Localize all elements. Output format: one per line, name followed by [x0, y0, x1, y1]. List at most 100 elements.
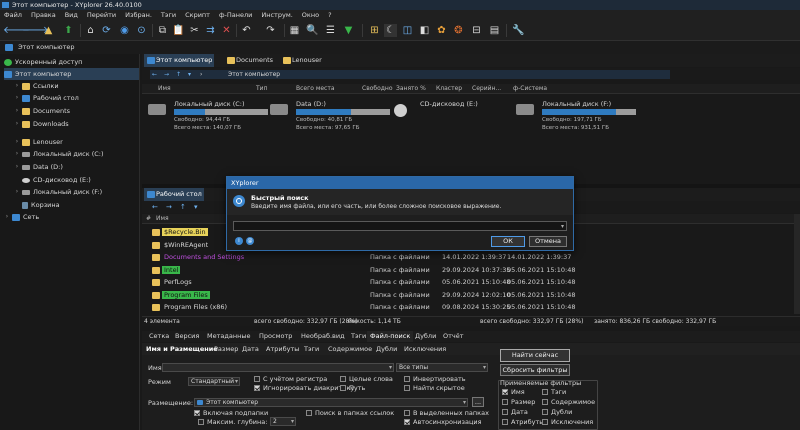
- tree-item-recycle-bin[interactable]: Корзина: [22, 199, 60, 211]
- subfolders-checkbox[interactable]: Включая подпапки: [194, 409, 268, 417]
- table-row[interactable]: Documents and Settings Папка с файлами 14.…: [142, 251, 800, 263]
- reset-filters-button[interactable]: Сбросить фильтры: [500, 364, 570, 376]
- menu-go[interactable]: Перейти: [87, 10, 116, 21]
- cancel-button[interactable]: Отмена: [529, 236, 567, 247]
- subtab-tags[interactable]: Тэги: [304, 343, 319, 355]
- depth-select[interactable]: 2 ▾: [270, 417, 296, 426]
- panels-icon[interactable]: ▤: [488, 24, 501, 37]
- tab-grid[interactable]: Сетка: [146, 331, 172, 342]
- home-icon[interactable]: ⌂: [84, 24, 97, 37]
- table-row[interactable]: Program Files Папка с файлами 29.09.2024 1…: [142, 289, 800, 301]
- mode-select[interactable]: Стандартный ▾: [188, 377, 240, 386]
- expand-icon[interactable]: ›: [14, 105, 20, 117]
- column-type[interactable]: Тип: [256, 84, 268, 94]
- preview-icon[interactable]: ◧: [418, 24, 431, 37]
- expand-icon[interactable]: ›: [14, 136, 20, 148]
- up-icon[interactable]: ↑: [176, 70, 181, 79]
- copy-icon[interactable]: ⧉: [156, 24, 169, 37]
- tab-tags[interactable]: Тэги: [348, 331, 369, 342]
- menu-help[interactable]: ?: [328, 10, 331, 21]
- back-icon[interactable]: ←: [152, 70, 157, 79]
- expand-icon[interactable]: ›: [14, 148, 20, 160]
- tab-report[interactable]: Отчёт: [440, 331, 467, 342]
- undo-icon[interactable]: ↶: [240, 24, 253, 37]
- tree-item-network[interactable]: Сеть: [12, 211, 39, 223]
- dark-mode-icon[interactable]: ☾: [384, 24, 397, 37]
- tree-item-downloads[interactable]: Downloads: [22, 118, 69, 130]
- table-row[interactable]: Intel Папка с файлами 29.09.2024 10:37:35 0…: [142, 264, 800, 276]
- hidden-checkbox[interactable]: Найти скрытое: [404, 384, 465, 392]
- tab-version[interactable]: Версия: [172, 331, 202, 342]
- back-icon[interactable]: ←: [152, 201, 158, 213]
- subtab-attributes[interactable]: Атрибуты: [266, 343, 299, 355]
- tree-item-drive-c[interactable]: Локальный диск (C:): [22, 148, 104, 160]
- tree-item-lenouser[interactable]: Lenouser: [22, 136, 63, 148]
- tree-item-this-pc[interactable]: Этот компьютер: [4, 68, 139, 80]
- expand-icon[interactable]: ›: [14, 92, 20, 104]
- tree-item-drive-d[interactable]: Data (D:): [22, 161, 63, 173]
- menu-file[interactable]: Файл: [4, 10, 22, 21]
- chevron-down-icon[interactable]: ▾: [389, 364, 392, 371]
- forward-icon[interactable]: 🡒: [22, 24, 49, 37]
- filter-name-checkbox[interactable]: Имя: [502, 388, 525, 396]
- up-icon[interactable]: ⬆: [62, 24, 75, 37]
- tab-raw-view[interactable]: Необраб.вид: [298, 331, 348, 342]
- tree-item-quick-access[interactable]: Ускоренный доступ: [4, 56, 82, 68]
- scrollbar[interactable]: [794, 214, 800, 314]
- close-tab-icon[interactable]: ×: [206, 54, 211, 67]
- subtab-size[interactable]: Размер: [214, 343, 238, 355]
- table-row[interactable]: PerfLogs Папка с файлами 05.06.2021 15:10:…: [142, 276, 800, 288]
- menu-panes[interactable]: ф-Панели: [219, 10, 252, 21]
- expand-icon[interactable]: ›: [14, 161, 20, 173]
- settings-icon[interactable]: 🔧: [512, 24, 525, 37]
- subtab-dupes[interactable]: Дубли: [376, 343, 397, 355]
- list-icon[interactable]: ☰: [324, 24, 337, 37]
- tree-item-drive-e[interactable]: CD-дисковод (E:): [22, 174, 91, 186]
- browse-button[interactable]: ...: [472, 397, 484, 407]
- move-icon[interactable]: ⇉: [204, 24, 217, 37]
- filter-icon[interactable]: ▼: [342, 24, 355, 37]
- info-icon[interactable]: i: [235, 237, 243, 245]
- back-icon[interactable]: 🡐: [3, 24, 30, 37]
- column-total[interactable]: Всего места: [296, 84, 335, 94]
- color-filter-icon[interactable]: ✿: [435, 24, 448, 37]
- dual-pane-icon[interactable]: ◫: [401, 24, 414, 37]
- tab-preview[interactable]: Просмотр: [256, 331, 295, 342]
- expand-icon[interactable]: ›: [14, 186, 20, 198]
- filter-size-checkbox[interactable]: Размер: [502, 398, 535, 406]
- tab-desktop[interactable]: Рабочий стол: [144, 188, 204, 201]
- drive-d[interactable]: Data (D:) Свободно: 40,81 ГБ Всего места…: [270, 100, 390, 134]
- redo-icon[interactable]: ↷: [264, 24, 277, 37]
- menu-favorites[interactable]: Избран.: [125, 10, 152, 21]
- subtab-name-location[interactable]: Имя и Размещение: [146, 343, 218, 355]
- location-input[interactable]: Этот компьютер ▾: [194, 398, 468, 407]
- links-checkbox[interactable]: Поиск в папках ссылок: [306, 409, 394, 417]
- invert-checkbox[interactable]: Инвертировать: [404, 375, 466, 383]
- type-select[interactable]: Все типы ▾: [396, 363, 488, 372]
- expand-icon[interactable]: ›: [14, 118, 20, 130]
- ok-button[interactable]: ОК: [491, 236, 525, 247]
- subtab-contents[interactable]: Содержимое: [328, 343, 372, 355]
- drive-c[interactable]: Локальный диск (C:) Свободно: 94,44 ГБ В…: [148, 100, 268, 134]
- tree-item-drive-f[interactable]: Локальный диск (F:): [22, 186, 102, 198]
- tab-documents[interactable]: Documents: [224, 54, 276, 67]
- up-icon[interactable]: ↑: [180, 201, 186, 213]
- forward-icon[interactable]: →: [166, 201, 172, 213]
- menu-tools[interactable]: Инструм.: [261, 10, 292, 21]
- tab-lenouser[interactable]: Lenouser: [280, 54, 340, 67]
- chevron-down-icon[interactable]: ▾: [561, 223, 564, 230]
- column-free[interactable]: Свободно: [362, 84, 393, 94]
- history-icon[interactable]: ⊙: [135, 24, 148, 37]
- up-folder-icon[interactable]: ▲: [42, 24, 55, 37]
- breadcrumb[interactable]: ← → ↑ ▾ › Этот компьютер: [150, 70, 670, 79]
- column-filesystem[interactable]: ф-Система: [513, 84, 547, 94]
- filter-dupes-checkbox[interactable]: Дубли: [542, 408, 572, 416]
- expand-icon[interactable]: ›: [4, 211, 10, 223]
- column-used[interactable]: Занято %: [396, 84, 426, 94]
- column-cluster[interactable]: Кластер: [436, 84, 462, 94]
- table-row[interactable]: Program Files (x86) Папка с файлами 09.08.…: [142, 301, 800, 313]
- filter-tags-checkbox[interactable]: Тэги: [542, 388, 566, 396]
- search-options-icon[interactable]: @: [246, 237, 254, 245]
- tab-metadata[interactable]: Метаданные: [204, 331, 254, 342]
- find-icon[interactable]: 🔍: [306, 24, 319, 37]
